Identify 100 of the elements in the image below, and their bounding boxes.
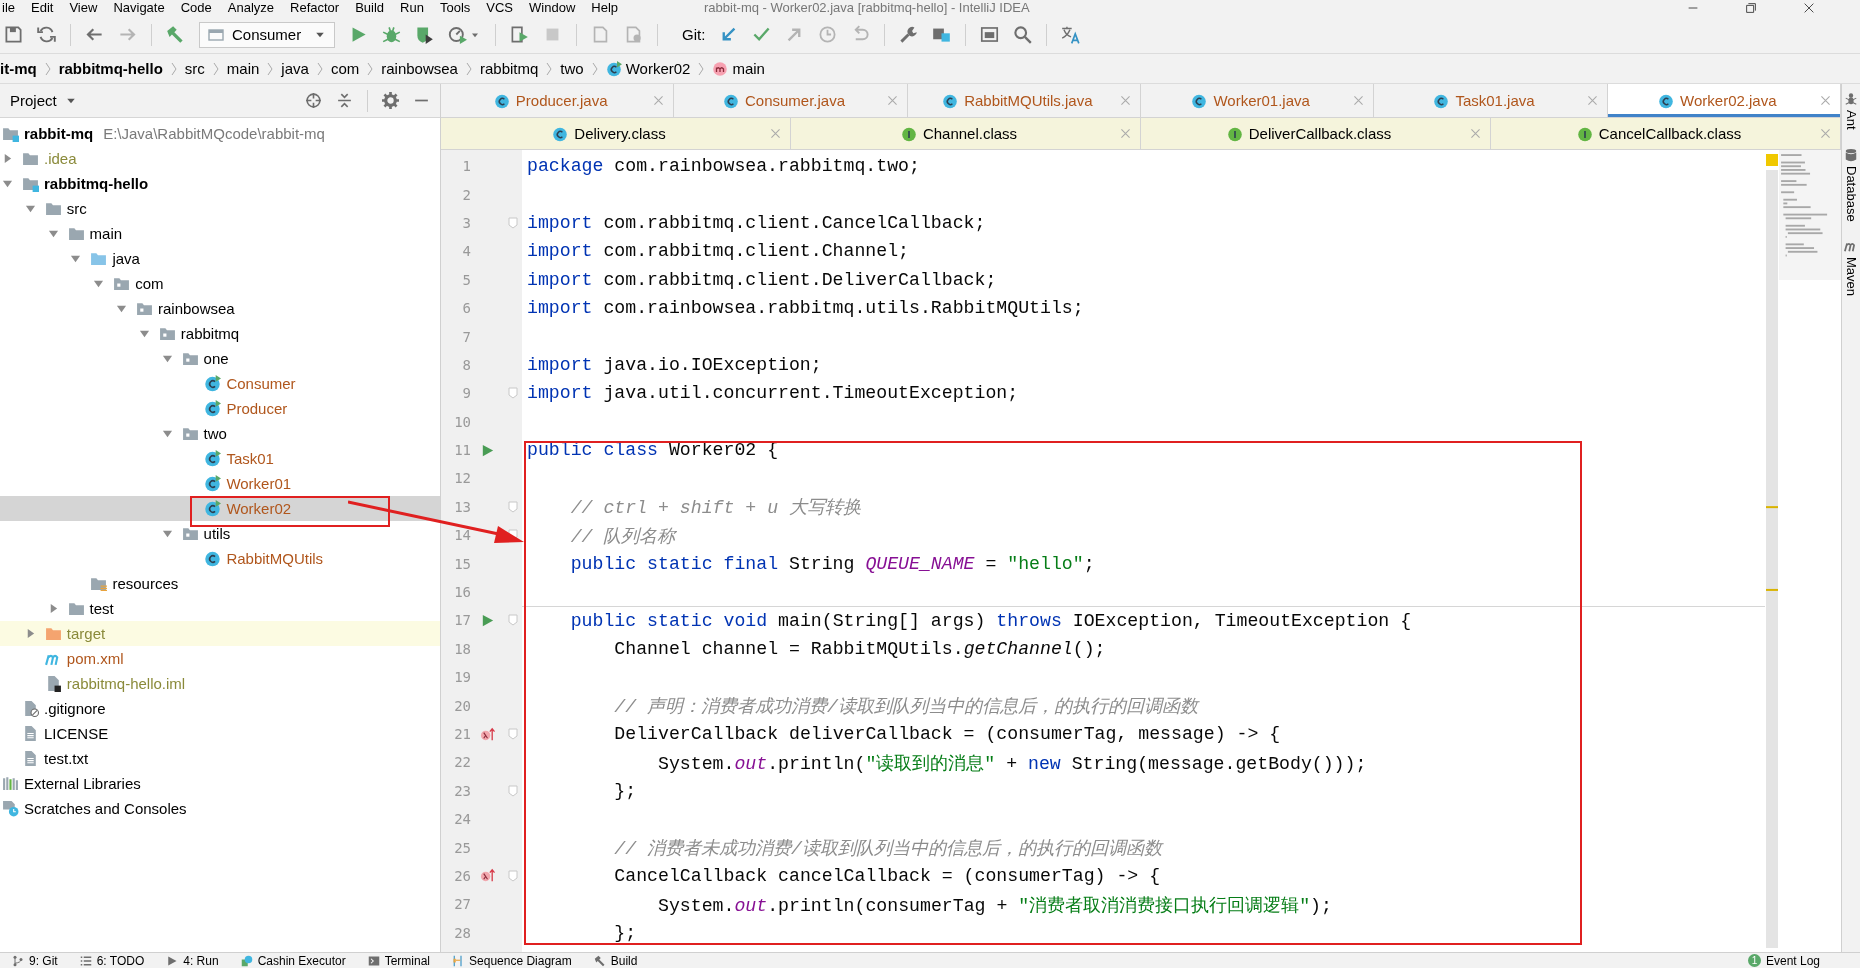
breadcrumb-item[interactable]: main	[712, 60, 765, 77]
editor-tab[interactable]: DeliverCallback.class	[1141, 118, 1491, 149]
menu-item[interactable]: Analyze	[227, 0, 274, 16]
editor-tab[interactable]: CancelCallback.class	[1491, 118, 1841, 149]
tree-item[interactable]: resources	[0, 571, 440, 596]
expand-arrow-icon[interactable]	[161, 428, 173, 439]
breadcrumb-item[interactable]: main	[226, 60, 260, 77]
tree-item[interactable]: LICENSE	[0, 721, 440, 746]
menu-item[interactable]: Refactor	[290, 0, 340, 16]
menu-item[interactable]: Window	[529, 0, 576, 16]
tree-item[interactable]: two	[0, 421, 440, 446]
expand-arrow-icon[interactable]	[161, 353, 173, 364]
tree-item[interactable]: rabbitmq-hello.iml	[0, 671, 440, 696]
scrollbar-drawing[interactable]	[1766, 170, 1778, 948]
tree-item[interactable]: Task01	[0, 446, 440, 471]
translate-icon[interactable]	[1061, 25, 1081, 44]
search-icon[interactable]	[1013, 25, 1033, 44]
tool-window-button[interactable]: Sequence Diagram	[452, 953, 572, 968]
expand-arrow-icon[interactable]	[116, 303, 127, 314]
fold-marker-icon[interactable]	[507, 728, 518, 740]
tree-item[interactable]: main	[0, 221, 440, 246]
breadcrumb-item[interactable]: rabbitmq	[479, 60, 539, 77]
document-icon[interactable]	[591, 25, 610, 44]
tree-item[interactable]: Worker01	[0, 471, 440, 496]
breadcrumb-item[interactable]: rabbitmq-hello	[58, 60, 163, 77]
tool-window-button[interactable]: Database	[1843, 147, 1859, 222]
breadcrumb-item[interactable]: it-mq	[0, 60, 37, 77]
tree-item[interactable]: one	[0, 346, 440, 371]
back-icon[interactable]	[85, 25, 104, 44]
run-configuration-dropdown[interactable]: Consumer	[199, 21, 335, 48]
menu-item[interactable]: Code	[180, 0, 212, 16]
tree-item[interactable]: Producer	[0, 396, 440, 421]
editor-tab[interactable]: Channel.class	[791, 118, 1141, 149]
gauge-icon[interactable]	[448, 25, 467, 44]
fold-marker-icon[interactable]	[507, 869, 518, 882]
menu-item[interactable]: Navigate	[113, 0, 165, 16]
tree-item[interactable]: .idea	[0, 146, 440, 171]
save-icon[interactable]	[4, 25, 23, 44]
menu-item[interactable]: Build	[355, 0, 385, 16]
menu-item[interactable]: Tools	[439, 0, 471, 16]
breadcrumb-item[interactable]: two	[560, 60, 584, 77]
menu-item[interactable]: ile	[2, 0, 15, 16]
tool-window-button[interactable]: 6: TODO	[79, 953, 145, 968]
breadcrumb-item[interactable]: com	[330, 60, 360, 77]
tree-item[interactable]: test	[0, 596, 440, 621]
fold-marker-icon[interactable]	[507, 784, 518, 797]
tool-window-button[interactable]: 9: Git	[12, 953, 58, 968]
lambda-marker-icon[interactable]	[479, 868, 495, 884]
tree-item[interactable]: External Libraries	[0, 771, 440, 796]
hammer-icon[interactable]	[166, 25, 185, 44]
fold-marker-icon[interactable]	[507, 387, 518, 400]
breadcrumb-item[interactable]: rainbowsea	[381, 60, 458, 77]
expand-arrow-icon[interactable]	[24, 203, 36, 214]
tool-window-button[interactable]: Ant	[1843, 92, 1859, 130]
tool-window-button[interactable]: Cashin Executor	[240, 953, 346, 968]
tree-item[interactable]: target	[0, 621, 440, 646]
tree-item[interactable]: utils	[0, 521, 440, 546]
breadcrumb-item[interactable]: Worker02	[605, 60, 691, 77]
expand-arrow-icon[interactable]	[93, 278, 105, 289]
package-run-icon[interactable]	[510, 25, 529, 44]
event-log-button[interactable]: 1 Event Log	[1747, 953, 1820, 968]
forward-icon[interactable]	[118, 25, 137, 44]
history-icon[interactable]	[818, 25, 838, 44]
tree-item[interactable]: src	[0, 196, 440, 221]
menu-item[interactable]: Run	[400, 0, 424, 16]
menu-item[interactable]: Help	[591, 0, 619, 16]
crosshair-icon[interactable]	[305, 92, 322, 109]
project-view-dropdown[interactable]: Project	[10, 92, 77, 109]
tree-item[interactable]: Consumer	[0, 371, 440, 396]
minimap-drawing[interactable]	[1779, 150, 1841, 280]
maximize-icon[interactable]	[1744, 1, 1758, 15]
breadcrumb-item[interactable]: src	[184, 60, 205, 77]
expand-arrow-icon[interactable]	[47, 228, 59, 239]
tool-window-button[interactable]: Terminal	[367, 953, 431, 968]
tool-window-button[interactable]: Build	[593, 953, 638, 968]
tree-item[interactable]: java	[0, 246, 440, 271]
sync-icon[interactable]	[37, 25, 56, 44]
tree-item[interactable]: Scratches and Consoles	[0, 796, 440, 821]
expand-arrow-icon[interactable]	[138, 328, 150, 339]
tree-item[interactable]: .gitignore	[0, 696, 440, 721]
breadcrumb-item[interactable]: java	[281, 60, 309, 77]
window-icon[interactable]	[980, 25, 1000, 44]
tool-window-button[interactable]: 4: Run	[166, 953, 219, 968]
close-icon[interactable]	[1802, 1, 1816, 15]
tree-item[interactable]: rabbitmq-hello	[0, 171, 440, 196]
menu-item[interactable]: View	[69, 0, 98, 16]
tree-item[interactable]: rainbowsea	[0, 296, 440, 321]
fold-marker-icon[interactable]	[507, 614, 518, 627]
expand-arrow-icon[interactable]	[70, 253, 82, 264]
menu-item[interactable]: Edit	[31, 0, 54, 16]
menu-item[interactable]: VCS	[486, 0, 514, 16]
tree-item[interactable]: com	[0, 271, 440, 296]
lambda-marker-icon[interactable]	[479, 726, 495, 742]
document-icon[interactable]	[624, 25, 643, 44]
tree-item[interactable]: rabbitmq	[0, 321, 440, 346]
tool-window-button[interactable]: Maven	[1843, 239, 1859, 297]
expand-arrow-icon[interactable]	[161, 528, 173, 539]
settings-icon[interactable]	[382, 92, 399, 109]
bug-icon[interactable]	[382, 25, 401, 44]
editor-tab[interactable]: Worker02.java	[1607, 84, 1841, 117]
